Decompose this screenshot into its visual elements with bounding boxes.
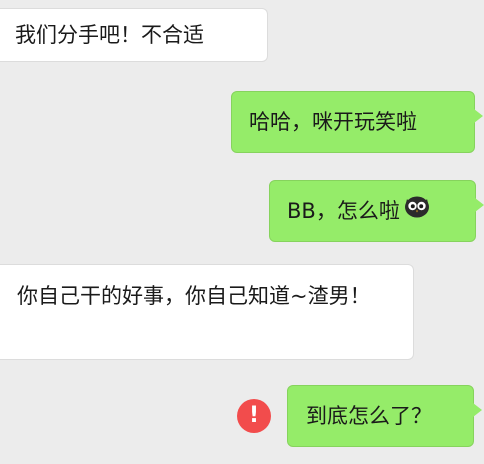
message-bubble-incoming[interactable]: 你自己干的好事，你自己知道~渣男！	[0, 264, 414, 360]
message-bubble-outgoing[interactable]: 到底怎么了？	[287, 385, 482, 447]
chat-area: 我们分手吧！不合适 哈哈，咪开玩笑啦 BB，怎么啦 你自己干的好事，你自己知道~…	[0, 0, 484, 464]
message-text: BB，怎么啦	[287, 199, 400, 223]
message-text: 哈哈，咪开玩笑啦	[249, 110, 417, 134]
message-text: 我们分手吧！不合适	[15, 23, 204, 47]
owl-emoji-icon	[404, 194, 430, 226]
message-text: 到底怎么了？	[306, 404, 432, 428]
message-bubble-outgoing[interactable]: BB，怎么啦	[269, 180, 484, 242]
message-bubble-incoming[interactable]: 我们分手吧！不合适	[0, 8, 268, 62]
message-text: 你自己干的好事，你自己知道~渣男！	[17, 284, 371, 308]
send-failed-icon[interactable]: !	[237, 399, 271, 433]
message-bubble-outgoing[interactable]: 哈哈，咪开玩笑啦	[231, 91, 483, 153]
